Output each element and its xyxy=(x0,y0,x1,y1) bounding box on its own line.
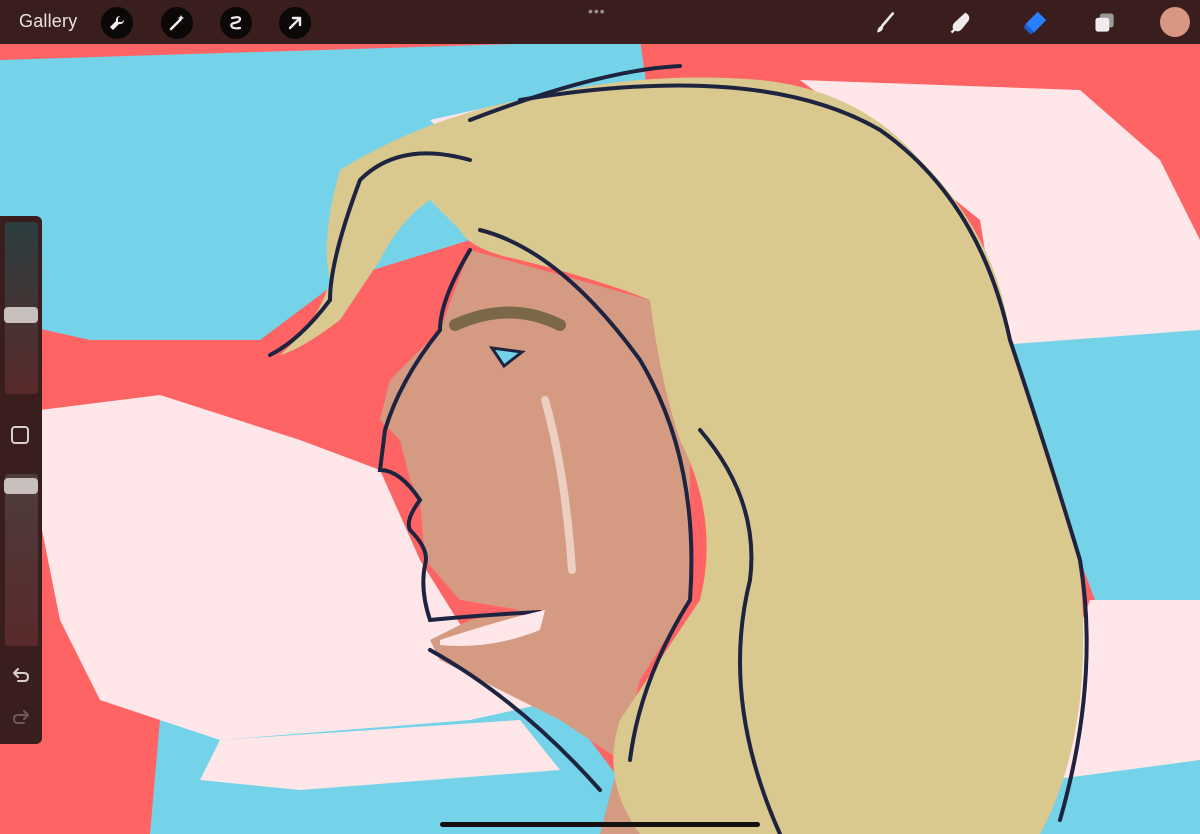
drawing-canvas[interactable] xyxy=(0,0,1200,834)
layers-icon[interactable] xyxy=(1090,8,1120,38)
smudge-icon[interactable] xyxy=(946,8,976,38)
wrench-icon[interactable] xyxy=(101,7,133,39)
magic-wand-icon[interactable] xyxy=(161,7,193,39)
color-picker-swatch[interactable] xyxy=(1160,7,1190,37)
eraser-icon[interactable] xyxy=(1020,8,1050,38)
move-arrow-icon[interactable] xyxy=(279,7,311,39)
redo-icon[interactable] xyxy=(10,706,32,728)
gallery-button[interactable]: Gallery xyxy=(19,11,77,32)
opacity-thumb[interactable] xyxy=(4,478,38,494)
more-options-icon[interactable]: ••• xyxy=(588,4,606,18)
left-sidebar xyxy=(0,216,42,744)
home-indicator[interactable] xyxy=(440,822,760,827)
opacity-slider[interactable] xyxy=(5,474,38,646)
eyedropper-button[interactable] xyxy=(11,426,29,444)
brush-size-thumb[interactable] xyxy=(4,307,38,323)
top-toolbar: Gallery ••• xyxy=(0,0,1200,44)
undo-icon[interactable] xyxy=(10,664,32,686)
brush-icon[interactable] xyxy=(870,8,900,38)
selection-icon[interactable] xyxy=(220,7,252,39)
